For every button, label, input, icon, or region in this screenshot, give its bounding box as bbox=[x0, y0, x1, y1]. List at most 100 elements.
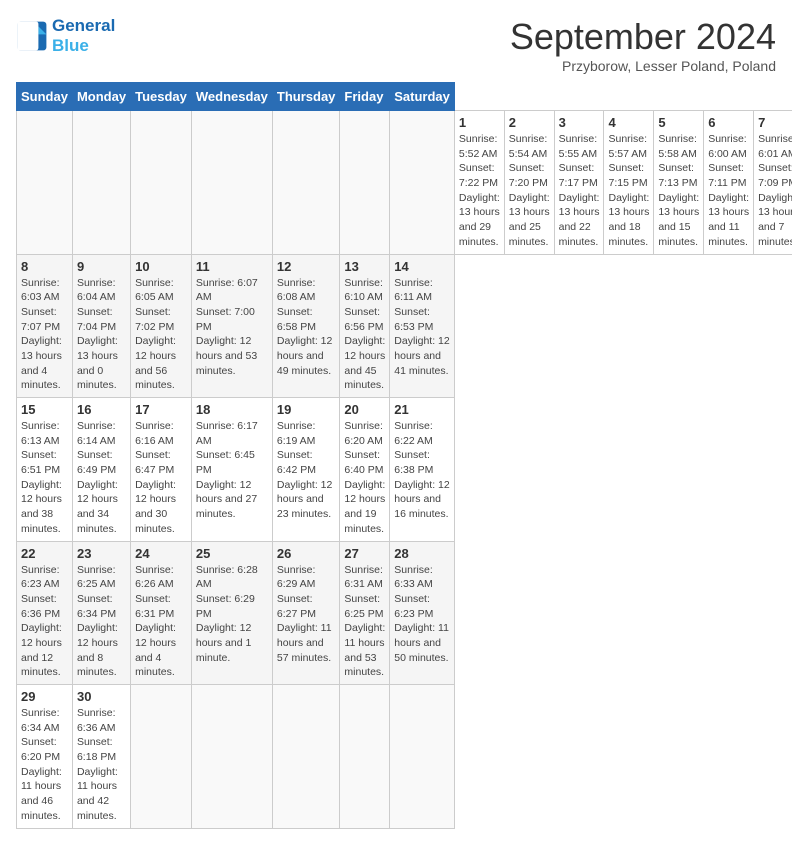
calendar-cell: 2Sunrise: 5:54 AMSunset: 7:20 PMDaylight… bbox=[504, 111, 554, 255]
day-info: Sunrise: 6:17 AMSunset: 6:45 PMDaylight:… bbox=[196, 419, 268, 522]
logo-icon bbox=[16, 20, 48, 52]
day-info: Sunrise: 6:13 AMSunset: 6:51 PMDaylight:… bbox=[21, 419, 68, 537]
calendar-week-0: 1 Sunrise: 5:52 AMSunset: 7:22 PMDaylight… bbox=[17, 111, 792, 255]
day-info: Sunrise: 6:14 AMSunset: 6:49 PMDaylight:… bbox=[77, 419, 126, 537]
day-number: 22 bbox=[21, 546, 68, 561]
day-info: Sunrise: 6:22 AMSunset: 6:38 PMDaylight:… bbox=[394, 419, 450, 522]
calendar-cell bbox=[340, 685, 390, 829]
calendar-cell: 29Sunrise: 6:34 AMSunset: 6:20 PMDayligh… bbox=[17, 685, 73, 829]
location: Przyborow, Lesser Poland, Poland bbox=[510, 58, 776, 74]
calendar-cell: 11Sunrise: 6:07 AMSunset: 7:00 PMDayligh… bbox=[191, 254, 272, 398]
day-number: 5 bbox=[658, 115, 699, 130]
title-block: September 2024 Przyborow, Lesser Poland,… bbox=[510, 16, 776, 74]
day-info: Sunrise: 6:08 AMSunset: 6:58 PMDaylight:… bbox=[277, 276, 336, 379]
day-info: Sunrise: 6:01 AMSunset: 7:09 PMDaylight:… bbox=[758, 132, 792, 250]
calendar-cell bbox=[191, 685, 272, 829]
day-number: 7 bbox=[758, 115, 792, 130]
day-number: 17 bbox=[135, 402, 187, 417]
day-number: 8 bbox=[21, 259, 68, 274]
calendar-cell: 7 Sunrise: 6:01 AMSunset: 7:09 PMDaylight… bbox=[754, 111, 792, 255]
day-number: 30 bbox=[77, 689, 126, 704]
day-info: Sunrise: 6:03 AMSunset: 7:07 PMDaylight:… bbox=[21, 276, 68, 394]
day-number: 27 bbox=[344, 546, 385, 561]
calendar-cell bbox=[340, 111, 390, 255]
day-info: Sunrise: 6:26 AMSunset: 6:31 PMDaylight:… bbox=[135, 563, 187, 681]
weekday-saturday: Saturday bbox=[390, 83, 455, 111]
weekday-thursday: Thursday bbox=[272, 83, 340, 111]
calendar-cell bbox=[72, 111, 130, 255]
day-number: 26 bbox=[277, 546, 336, 561]
calendar-week-3: 22Sunrise: 6:23 AMSunset: 6:36 PMDayligh… bbox=[17, 541, 792, 685]
logo: General Blue bbox=[16, 16, 115, 56]
calendar-cell: 4 Sunrise: 5:57 AMSunset: 7:15 PMDaylight… bbox=[604, 111, 654, 255]
day-number: 20 bbox=[344, 402, 385, 417]
day-info: Sunrise: 5:52 AMSunset: 7:22 PMDaylight:… bbox=[459, 132, 500, 250]
weekday-monday: Monday bbox=[72, 83, 130, 111]
calendar-cell: 10 Sunrise: 6:05 AMSunset: 7:02 PMDayligh… bbox=[131, 254, 192, 398]
day-number: 28 bbox=[394, 546, 450, 561]
day-info: Sunrise: 6:28 AMSunset: 6:29 PMDaylight:… bbox=[196, 563, 268, 666]
day-number: 25 bbox=[196, 546, 268, 561]
calendar-cell bbox=[390, 111, 455, 255]
weekday-wednesday: Wednesday bbox=[191, 83, 272, 111]
weekday-friday: Friday bbox=[340, 83, 390, 111]
calendar-cell bbox=[390, 685, 455, 829]
day-number: 1 bbox=[459, 115, 500, 130]
weekday-sunday: Sunday bbox=[17, 83, 73, 111]
day-info: Sunrise: 6:34 AMSunset: 6:20 PMDaylight:… bbox=[21, 706, 68, 824]
day-info: Sunrise: 6:11 AMSunset: 6:53 PMDaylight:… bbox=[394, 276, 450, 379]
weekday-tuesday: Tuesday bbox=[131, 83, 192, 111]
calendar-week-1: 8 Sunrise: 6:03 AMSunset: 7:07 PMDaylight… bbox=[17, 254, 792, 398]
calendar-cell: 22Sunrise: 6:23 AMSunset: 6:36 PMDayligh… bbox=[17, 541, 73, 685]
calendar-cell: 26 Sunrise: 6:29 AMSunset: 6:27 PMDayligh… bbox=[272, 541, 340, 685]
day-number: 23 bbox=[77, 546, 126, 561]
day-number: 18 bbox=[196, 402, 268, 417]
day-number: 4 bbox=[608, 115, 649, 130]
calendar-cell: 16Sunrise: 6:14 AMSunset: 6:49 PMDayligh… bbox=[72, 398, 130, 542]
calendar-cell: 13Sunrise: 6:10 AMSunset: 6:56 PMDayligh… bbox=[340, 254, 390, 398]
calendar-cell: 5Sunrise: 5:58 AMSunset: 7:13 PMDaylight… bbox=[654, 111, 704, 255]
day-info: Sunrise: 6:20 AMSunset: 6:40 PMDaylight:… bbox=[344, 419, 385, 537]
calendar-cell bbox=[191, 111, 272, 255]
day-info: Sunrise: 5:57 AMSunset: 7:15 PMDaylight:… bbox=[608, 132, 649, 250]
day-info: Sunrise: 6:16 AMSunset: 6:47 PMDaylight:… bbox=[135, 419, 187, 537]
day-info: Sunrise: 6:07 AMSunset: 7:00 PMDaylight:… bbox=[196, 276, 268, 379]
day-info: Sunrise: 6:31 AMSunset: 6:25 PMDaylight:… bbox=[344, 563, 385, 681]
day-info: Sunrise: 6:05 AMSunset: 7:02 PMDaylight:… bbox=[135, 276, 187, 394]
day-info: Sunrise: 6:25 AMSunset: 6:34 PMDaylight:… bbox=[77, 563, 126, 681]
calendar-cell: 25 Sunrise: 6:28 AMSunset: 6:29 PMDayligh… bbox=[191, 541, 272, 685]
day-info: Sunrise: 6:00 AMSunset: 7:11 PMDaylight:… bbox=[708, 132, 749, 250]
calendar-cell bbox=[272, 685, 340, 829]
day-number: 15 bbox=[21, 402, 68, 417]
day-info: Sunrise: 6:19 AMSunset: 6:42 PMDaylight:… bbox=[277, 419, 336, 522]
calendar-week-4: 29Sunrise: 6:34 AMSunset: 6:20 PMDayligh… bbox=[17, 685, 792, 829]
calendar-cell: 24 Sunrise: 6:26 AMSunset: 6:31 PMDayligh… bbox=[131, 541, 192, 685]
calendar-header: SundayMondayTuesdayWednesdayThursdayFrid… bbox=[17, 83, 792, 111]
logo-text: General Blue bbox=[52, 16, 115, 56]
calendar-cell: 12 Sunrise: 6:08 AMSunset: 6:58 PMDayligh… bbox=[272, 254, 340, 398]
day-info: Sunrise: 5:54 AMSunset: 7:20 PMDaylight:… bbox=[509, 132, 550, 250]
calendar-table: SundayMondayTuesdayWednesdayThursdayFrid… bbox=[16, 82, 792, 829]
calendar-cell: 15 Sunrise: 6:13 AMSunset: 6:51 PMDayligh… bbox=[17, 398, 73, 542]
page-header: General Blue September 2024 Przyborow, L… bbox=[16, 16, 776, 74]
calendar-cell: 8 Sunrise: 6:03 AMSunset: 7:07 PMDaylight… bbox=[17, 254, 73, 398]
calendar-cell: 20 Sunrise: 6:20 AMSunset: 6:40 PMDayligh… bbox=[340, 398, 390, 542]
month-title: September 2024 bbox=[510, 16, 776, 58]
calendar-cell: 6Sunrise: 6:00 AMSunset: 7:11 PMDaylight… bbox=[704, 111, 754, 255]
calendar-cell bbox=[272, 111, 340, 255]
day-info: Sunrise: 6:29 AMSunset: 6:27 PMDaylight:… bbox=[277, 563, 336, 666]
calendar-cell: 30Sunrise: 6:36 AMSunset: 6:18 PMDayligh… bbox=[72, 685, 130, 829]
day-number: 12 bbox=[277, 259, 336, 274]
calendar-cell: 14Sunrise: 6:11 AMSunset: 6:53 PMDayligh… bbox=[390, 254, 455, 398]
day-info: Sunrise: 5:55 AMSunset: 7:17 PMDaylight:… bbox=[559, 132, 600, 250]
calendar-body: 1 Sunrise: 5:52 AMSunset: 7:22 PMDaylight… bbox=[17, 111, 792, 829]
day-number: 19 bbox=[277, 402, 336, 417]
calendar-cell: 18 Sunrise: 6:17 AMSunset: 6:45 PMDayligh… bbox=[191, 398, 272, 542]
calendar-cell: 27 Sunrise: 6:31 AMSunset: 6:25 PMDayligh… bbox=[340, 541, 390, 685]
calendar-cell: 19 Sunrise: 6:19 AMSunset: 6:42 PMDayligh… bbox=[272, 398, 340, 542]
day-number: 24 bbox=[135, 546, 187, 561]
day-info: Sunrise: 6:33 AMSunset: 6:23 PMDaylight:… bbox=[394, 563, 450, 666]
day-number: 10 bbox=[135, 259, 187, 274]
day-number: 21 bbox=[394, 402, 450, 417]
calendar-cell bbox=[131, 685, 192, 829]
